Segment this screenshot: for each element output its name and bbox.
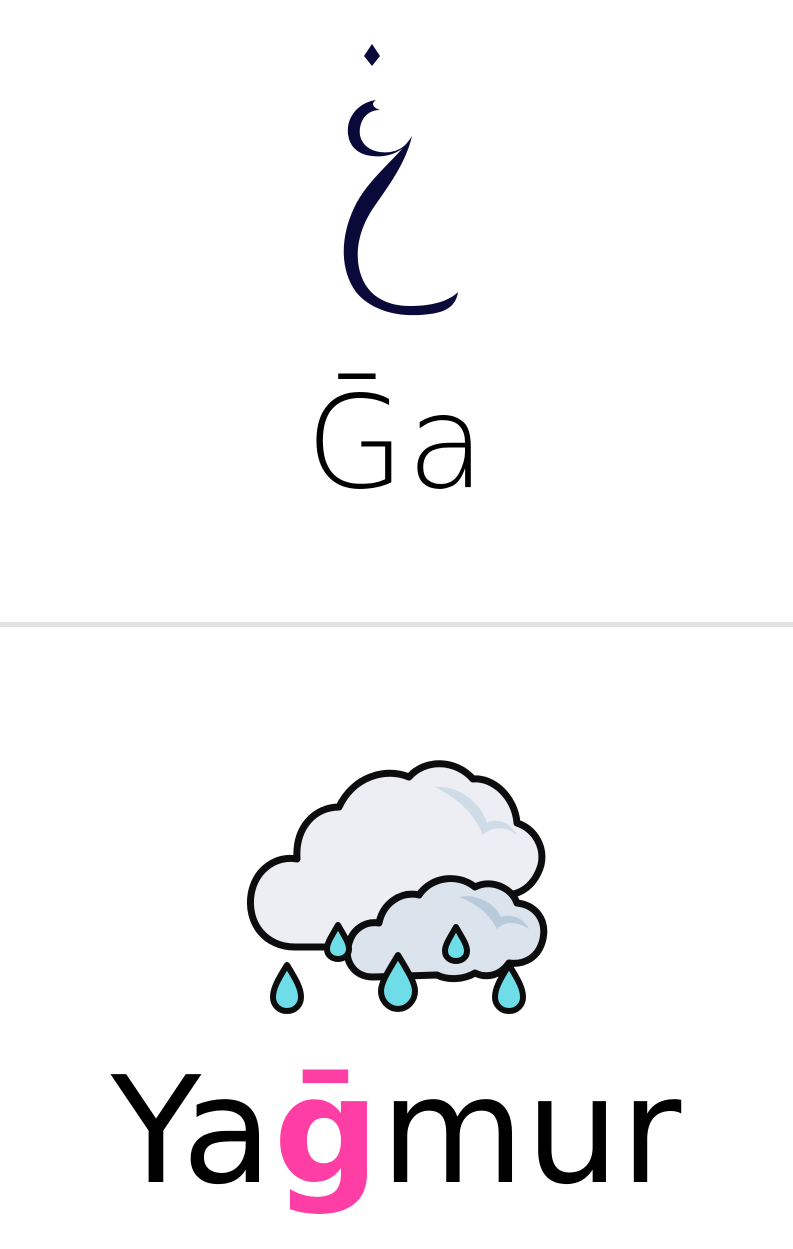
- word-prefix: Ya: [110, 1045, 274, 1217]
- transliteration-label: Ḡa: [305, 369, 488, 518]
- arabic-letter-ghayn: [343, 44, 458, 316]
- word-suffix: mur: [380, 1045, 683, 1217]
- highlighted-letter: ḡ: [273, 1045, 381, 1217]
- rain-cloud-icon: [246, 760, 548, 1014]
- letter-panel: Ḡa: [0, 0, 793, 622]
- example-word: Yaḡmur: [0, 1057, 793, 1205]
- example-panel: Yaḡmur: [0, 627, 793, 1249]
